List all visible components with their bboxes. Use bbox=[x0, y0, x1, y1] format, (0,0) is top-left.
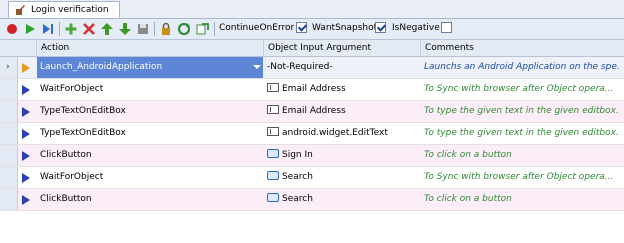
action-cell[interactable]: TypeTextOnEditBox bbox=[40, 123, 262, 144]
move-down-icon[interactable] bbox=[117, 21, 133, 37]
row-header[interactable] bbox=[0, 101, 18, 122]
argument-text: android.widget.EditText bbox=[282, 128, 388, 138]
argument-text: Email Address bbox=[282, 106, 346, 116]
row-header[interactable] bbox=[0, 145, 18, 166]
column-header-action[interactable]: Action bbox=[37, 40, 264, 56]
toolbar-separator bbox=[154, 22, 155, 36]
argument-cell[interactable]: Search bbox=[267, 167, 417, 188]
tab-login-verification[interactable]: Login verification bbox=[8, 1, 120, 18]
table-row[interactable]: WaitForObject Email Address To Sync with… bbox=[0, 79, 624, 101]
play-step-icon[interactable] bbox=[22, 129, 30, 139]
stop-icon[interactable] bbox=[4, 21, 20, 37]
action-cell[interactable]: WaitForObject bbox=[40, 167, 262, 188]
delete-icon[interactable] bbox=[81, 21, 97, 37]
lock-icon[interactable] bbox=[158, 21, 174, 37]
argument-cell[interactable]: android.widget.EditText bbox=[267, 123, 417, 144]
run-icon[interactable] bbox=[22, 21, 38, 37]
continue-on-error-checkbox[interactable] bbox=[296, 22, 307, 33]
play-step-icon[interactable] bbox=[22, 63, 30, 73]
play-step-icon[interactable] bbox=[22, 85, 30, 95]
comment-cell[interactable]: To type the given text in the given edit… bbox=[424, 101, 620, 122]
editbox-icon bbox=[267, 105, 279, 114]
save-icon[interactable] bbox=[135, 21, 151, 37]
action-cell[interactable]: Launch_AndroidApplication bbox=[37, 57, 263, 78]
editbox-icon bbox=[267, 83, 279, 92]
table-row[interactable]: ClickButton Sign In To click on a button bbox=[0, 145, 624, 167]
argument-cell[interactable]: Email Address bbox=[267, 79, 417, 100]
play-step-icon[interactable] bbox=[22, 107, 30, 117]
button-icon bbox=[267, 193, 279, 202]
table-row[interactable]: TypeTextOnEditBox android.widget.EditTex… bbox=[0, 123, 624, 145]
want-snapshot-checkbox[interactable] bbox=[375, 22, 386, 33]
tab-label: Login verification bbox=[31, 5, 109, 15]
row-header[interactable] bbox=[0, 123, 18, 144]
is-negative-label: IsNegative bbox=[392, 23, 440, 33]
editbox-icon bbox=[267, 127, 279, 136]
comment-cell[interactable]: To Sync with browser after Object opera.… bbox=[424, 79, 620, 100]
tab-bar: Login verification bbox=[0, 0, 624, 19]
refresh-icon[interactable] bbox=[176, 21, 192, 37]
comment-cell[interactable]: To click on a button bbox=[424, 145, 620, 166]
comment-cell[interactable]: To type the given text in the given edit… bbox=[424, 123, 620, 144]
add-icon[interactable] bbox=[63, 21, 79, 37]
argument-cell[interactable]: -Not-Required- bbox=[264, 57, 422, 78]
script-edit-icon bbox=[14, 4, 26, 16]
action-cell[interactable]: ClickButton bbox=[40, 189, 262, 210]
row-header[interactable]: › bbox=[0, 57, 18, 78]
row-header[interactable] bbox=[0, 167, 18, 188]
argument-cell[interactable]: Email Address bbox=[267, 101, 417, 122]
export-icon[interactable] bbox=[194, 21, 210, 37]
argument-cell[interactable]: Search bbox=[267, 189, 417, 210]
is-negative-checkbox[interactable] bbox=[441, 22, 452, 33]
play-step-icon[interactable] bbox=[22, 151, 30, 161]
action-cell[interactable]: ClickButton bbox=[40, 145, 262, 166]
argument-text: Email Address bbox=[282, 84, 346, 94]
play-step-icon[interactable] bbox=[22, 195, 30, 205]
column-header-comments[interactable]: Comments bbox=[421, 40, 624, 56]
move-up-icon[interactable] bbox=[99, 21, 115, 37]
header-corner bbox=[0, 40, 37, 56]
toolbar-separator bbox=[59, 22, 60, 36]
chevron-down-icon[interactable] bbox=[253, 65, 261, 69]
row-header[interactable] bbox=[0, 189, 18, 210]
argument-cell[interactable]: Sign In bbox=[267, 145, 417, 166]
argument-text: Search bbox=[282, 172, 313, 182]
comment-cell[interactable]: To click on a button bbox=[424, 189, 620, 210]
argument-text: Search bbox=[282, 194, 313, 204]
column-header-argument[interactable]: Object Input Argument bbox=[264, 40, 421, 56]
row-header[interactable] bbox=[0, 79, 18, 100]
table-row[interactable]: ClickButton Search To click on a button bbox=[0, 189, 624, 211]
comment-cell[interactable]: To Sync with browser after Object opera.… bbox=[424, 167, 620, 188]
step-icon[interactable] bbox=[40, 21, 56, 37]
argument-text: Sign In bbox=[282, 150, 313, 160]
toolbar-separator bbox=[214, 22, 215, 36]
button-icon bbox=[267, 149, 279, 158]
steps-grid: Action Object Input Argument Comments › … bbox=[0, 40, 624, 243]
play-step-icon[interactable] bbox=[22, 173, 30, 183]
table-row[interactable]: WaitForObject Search To Sync with browse… bbox=[0, 167, 624, 189]
action-cell[interactable]: WaitForObject bbox=[40, 79, 262, 100]
button-icon bbox=[267, 171, 279, 180]
grid-header: Action Object Input Argument Comments bbox=[0, 40, 624, 57]
comment-cell[interactable]: Launchs an Android Application on the sp… bbox=[424, 57, 620, 78]
table-row[interactable]: TypeTextOnEditBox Email Address To type … bbox=[0, 101, 624, 123]
continue-on-error-label: ContinueOnError bbox=[219, 23, 295, 33]
action-cell[interactable]: TypeTextOnEditBox bbox=[40, 101, 262, 122]
want-snapshot-label: WantSnapshot bbox=[312, 23, 378, 33]
toolbar: ContinueOnError WantSnapshot IsNegative bbox=[0, 19, 624, 40]
table-row[interactable]: › Launch_AndroidApplication -Not-Require… bbox=[0, 57, 624, 79]
current-row-icon: › bbox=[6, 62, 10, 72]
